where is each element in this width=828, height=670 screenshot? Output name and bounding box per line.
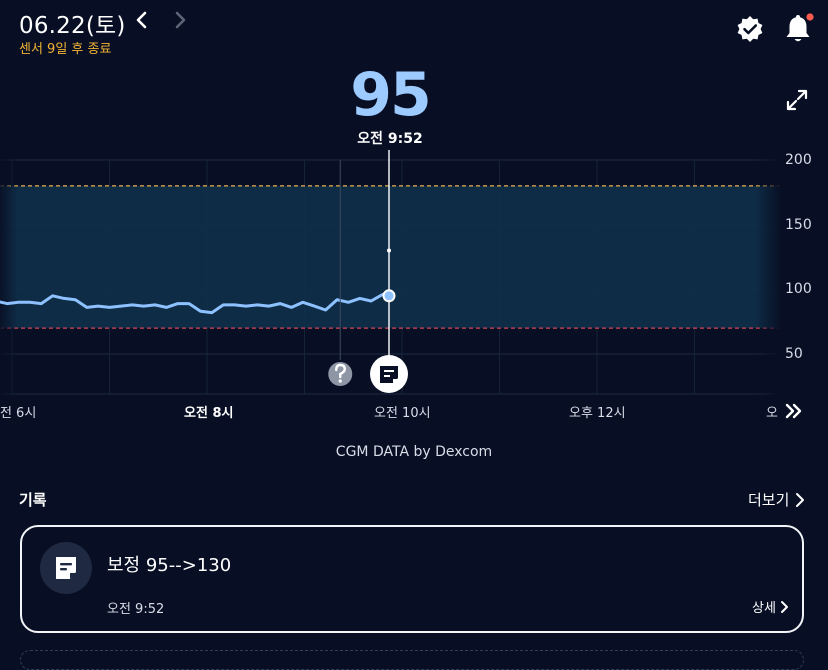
- more-link-label: 더보기: [748, 491, 790, 509]
- x-tick-label: 오전 10시: [374, 406, 431, 421]
- record-time: 오전 9:52: [107, 602, 165, 617]
- left-fade: [0, 150, 18, 400]
- record-icon-circle: [40, 542, 92, 594]
- right-fade: [755, 150, 780, 400]
- scroll-right-button[interactable]: [783, 400, 805, 422]
- y-tick-label: 100: [785, 281, 812, 297]
- x-tick-label: 오전 8시: [184, 406, 234, 421]
- glucose-chart[interactable]: [0, 0, 828, 440]
- x-tick-label: 오: [766, 406, 778, 421]
- record-title: 보정 95-->130: [107, 555, 232, 576]
- current-reading-point[interactable]: [382, 289, 396, 303]
- record-card[interactable]: 보정 95-->130 오전 9:52 상세: [20, 525, 804, 633]
- x-tick-label: 오후 12시: [569, 406, 626, 421]
- double-chevron-right-icon: [785, 403, 802, 419]
- chevron-right-icon: [796, 492, 805, 507]
- x-tick-label: 오전 6시: [0, 406, 37, 421]
- calibration-point: [387, 248, 391, 253]
- y-tick-label: 50: [785, 346, 803, 362]
- question-icon[interactable]: [328, 362, 353, 386]
- next-record-card-edge: [20, 650, 804, 670]
- chevron-right-icon: [780, 600, 788, 613]
- records-title: 기록: [19, 491, 47, 509]
- more-link[interactable]: 더보기: [748, 489, 805, 510]
- y-tick-label: 200: [785, 152, 812, 168]
- data-source-label: CGM DATA by Dexcom: [335, 444, 493, 460]
- record-detail-label: 상세: [752, 601, 776, 616]
- record-detail-link[interactable]: 상세: [752, 597, 790, 616]
- note-marker[interactable]: [370, 355, 408, 393]
- y-tick-label: 150: [785, 217, 812, 233]
- note-icon: [56, 557, 76, 579]
